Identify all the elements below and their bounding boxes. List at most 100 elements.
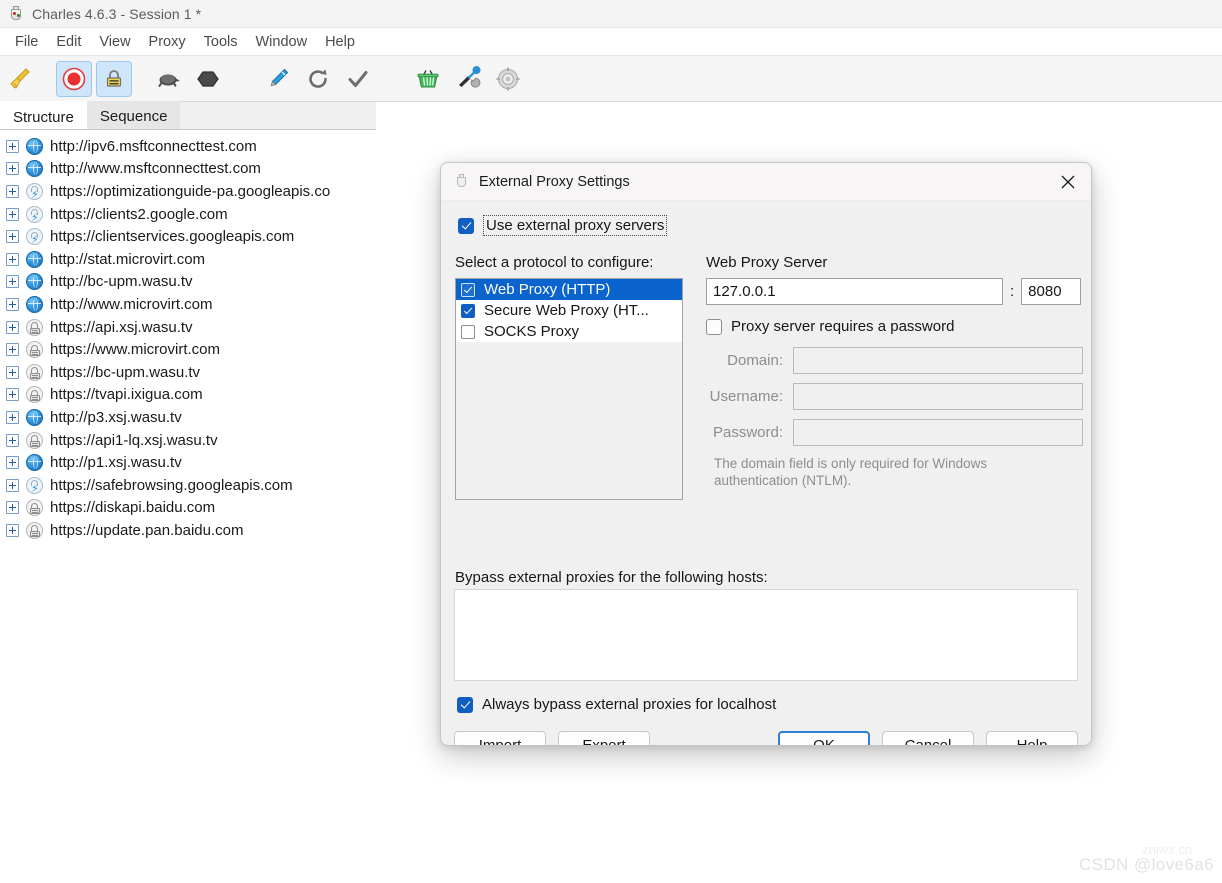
tree-row[interactable]: https://update.pan.baidu.com [0, 519, 376, 542]
record-icon[interactable] [56, 60, 92, 97]
expand-icon[interactable] [6, 162, 19, 176]
close-icon[interactable] [1051, 167, 1085, 197]
use-external-proxy-checkbox[interactable] [458, 217, 474, 234]
ssl-proxying-icon[interactable] [96, 60, 132, 97]
menu-file[interactable]: File [6, 32, 47, 52]
protocol-checkbox-web-proxy[interactable] [461, 282, 475, 297]
tree-row[interactable]: http://p1.xsj.wasu.tv [0, 451, 376, 474]
clear-broom-icon[interactable] [2, 61, 38, 97]
tree-row[interactable]: http://www.microvirt.com [0, 293, 376, 316]
menu-proxy[interactable]: Proxy [140, 32, 195, 52]
protocol-checkbox-secure-web-proxy[interactable] [461, 303, 475, 318]
tree-row[interactable]: https://optimizationguide-pa.googleapis.… [0, 180, 376, 203]
tree-row[interactable]: http://p3.xsj.wasu.tv [0, 406, 376, 429]
globe-icon [26, 295, 43, 313]
watermark: CSDN @love6a6 [1079, 855, 1214, 874]
expand-icon[interactable] [6, 523, 19, 537]
tab-structure[interactable]: Structure [0, 101, 87, 129]
tree-row[interactable]: https://api.xsj.wasu.tv [0, 316, 376, 339]
expand-icon[interactable] [6, 320, 19, 334]
password-field[interactable] [793, 419, 1083, 446]
expand-icon[interactable] [6, 478, 19, 492]
cancel-button[interactable]: Cancel [882, 731, 974, 745]
protocol-item-socks-proxy[interactable]: SOCKS Proxy [456, 321, 682, 342]
dialog-title: External Proxy Settings [479, 173, 630, 190]
expand-icon[interactable] [6, 365, 19, 379]
expand-icon[interactable] [6, 501, 19, 515]
throttle-turtle-icon[interactable] [150, 61, 186, 97]
globe-icon [26, 250, 43, 268]
tree-row[interactable]: https://diskapi.baidu.com [0, 497, 376, 520]
expand-icon[interactable] [6, 456, 19, 470]
ok-button[interactable]: OK [778, 731, 870, 745]
protocol-item-web-proxy[interactable]: Web Proxy (HTTP) [456, 279, 682, 300]
dialog-button-bar: Import Export OK Cancel Help [454, 731, 1078, 745]
menu-tools[interactable]: Tools [195, 32, 247, 52]
tree-row[interactable]: http://stat.microvirt.com [0, 248, 376, 271]
menu-view[interactable]: View [90, 32, 139, 52]
compose-pen-icon[interactable] [260, 61, 296, 97]
tree-row[interactable]: https://www.microvirt.com [0, 338, 376, 361]
tools-icon[interactable] [450, 61, 486, 97]
proxy-port-input[interactable]: 8080 [1021, 278, 1082, 305]
expand-icon[interactable] [6, 230, 19, 244]
tree-row[interactable]: https://tvapi.ixigua.com [0, 384, 376, 407]
repeat-refresh-icon[interactable] [300, 61, 336, 97]
settings-gear-icon[interactable] [490, 61, 526, 97]
session-tree[interactable]: http://ipv6.msftconnecttest.com http://ww… [0, 130, 376, 883]
tree-row[interactable]: http://ipv6.msftconnecttest.com [0, 135, 376, 158]
tab-sequence[interactable]: Sequence [86, 101, 181, 129]
expand-icon[interactable] [6, 433, 19, 447]
tree-row[interactable]: http://bc-upm.wasu.tv [0, 271, 376, 294]
tree-row-label: http://ipv6.msftconnecttest.com [50, 137, 257, 155]
always-bypass-row[interactable]: Always bypass external proxies for local… [457, 696, 776, 713]
expand-icon[interactable] [6, 275, 19, 289]
tree-row[interactable]: https://clients2.google.com [0, 203, 376, 226]
tree-row-label: http://stat.microvirt.com [50, 250, 206, 268]
protocol-label-web-proxy: Web Proxy (HTTP) [484, 281, 611, 298]
expand-icon[interactable] [6, 388, 19, 402]
tree-row[interactable]: https://safebrowsing.googleapis.com [0, 474, 376, 497]
help-button[interactable]: Help [986, 731, 1078, 745]
menu-window[interactable]: Window [246, 32, 316, 52]
menu-edit[interactable]: Edit [47, 32, 90, 52]
basket-icon[interactable] [410, 61, 446, 97]
tree-row[interactable]: https://bc-upm.wasu.tv [0, 361, 376, 384]
tree-row[interactable]: https://api1-lq.xsj.wasu.tv [0, 429, 376, 452]
protocol-item-secure-web-proxy[interactable]: Secure Web Proxy (HT... [456, 300, 682, 321]
expand-icon[interactable] [6, 410, 19, 424]
expand-icon[interactable] [6, 139, 19, 153]
always-bypass-checkbox[interactable] [457, 696, 473, 713]
tree-row-label: http://www.microvirt.com [50, 295, 213, 313]
expand-icon[interactable] [6, 343, 19, 357]
expand-icon[interactable] [6, 252, 19, 266]
expand-icon[interactable] [6, 297, 19, 311]
use-external-proxy-row[interactable]: Use external proxy servers [458, 215, 1077, 236]
menu-help[interactable]: Help [316, 32, 364, 52]
proxy-host-input[interactable]: 127.0.0.1 [706, 278, 1003, 305]
tree-row-label: https://clientservices.googleapis.com [50, 228, 295, 246]
protocol-checkbox-socks-proxy[interactable] [461, 324, 475, 339]
requires-password-row[interactable]: Proxy server requires a password [706, 318, 1083, 335]
tree-row[interactable]: https://clientservices.googleapis.com [0, 225, 376, 248]
tree-row-label: https://api.xsj.wasu.tv [50, 318, 193, 336]
protocol-listbox[interactable]: Web Proxy (HTTP) Secure Web Proxy (HT...… [455, 278, 683, 500]
bypass-hosts-textarea[interactable] [454, 589, 1078, 681]
host-port-separator: : [1010, 283, 1015, 300]
breakpoints-hexagon-icon[interactable] [190, 61, 226, 97]
tree-row[interactable]: http://www.msftconnecttest.com [0, 158, 376, 181]
expand-icon[interactable] [6, 184, 19, 198]
tree-row-label: https://www.microvirt.com [50, 341, 221, 359]
validate-check-icon[interactable] [340, 61, 376, 97]
tree-row-label: https://update.pan.baidu.com [50, 521, 244, 539]
protocol-rows: Web Proxy (HTTP) Secure Web Proxy (HT...… [456, 279, 682, 342]
expand-icon[interactable] [6, 207, 19, 221]
panel-tabstrip: Structure Sequence [0, 101, 376, 130]
menubar: File Edit View Proxy Tools Window Help [0, 28, 1222, 56]
domain-row: Domain: [706, 347, 1083, 374]
username-field[interactable] [793, 383, 1083, 410]
export-button[interactable]: Export [558, 731, 650, 745]
import-button[interactable]: Import [454, 731, 546, 745]
requires-password-checkbox[interactable] [706, 318, 722, 335]
domain-field[interactable] [793, 347, 1083, 374]
